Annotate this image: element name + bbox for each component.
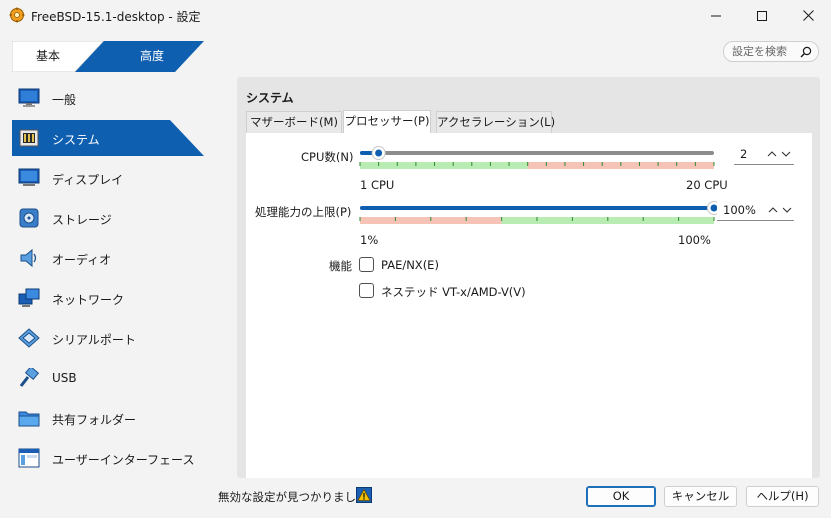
pae-nx-label[interactable]: PAE/NX(E) (381, 258, 439, 272)
help-button[interactable]: ヘルプ(H) (746, 486, 819, 507)
virtualbox-gear-icon (9, 7, 25, 23)
sidebar-item-audio[interactable]: オーディオ (12, 240, 206, 276)
sidebar-item-label: ネットワーク (52, 293, 125, 307)
user-interface-icon (18, 448, 40, 468)
exec-cap-spinbox[interactable]: 100% (717, 200, 794, 221)
storage-icon (19, 208, 39, 228)
sidebar-item-label: ストレージ (52, 213, 112, 227)
window-title: FreeBSD-15.1-desktop - 設定 (31, 10, 201, 24)
maximize-icon (757, 10, 767, 21)
sidebar-item-label: USB (52, 371, 77, 385)
nested-vtx-label[interactable]: ネステッド VT-x/AMD-V(V) (381, 284, 526, 300)
mode-advanced-tab[interactable]: 高度 (100, 41, 204, 72)
exec-cap-slider[interactable] (356, 200, 728, 226)
mode-switch: 基本 高度 (12, 41, 204, 72)
tab-acceleration[interactable]: アクセラレーション(L) (436, 111, 555, 133)
processor-tab-panel: CPU数(N) 1 CPU 20 CPU 2 処理能力の上限(P) 1% 100… (246, 133, 812, 478)
system-settings-group: システム マザーボード(M) プロセッサー(P) アクセラレーション(L) CP… (237, 77, 820, 478)
sidebar-item-storage[interactable]: ストレージ (12, 200, 206, 236)
maximize-button[interactable] (739, 0, 785, 31)
slider-thumb-dot (375, 149, 383, 157)
features-label: 機能 (329, 259, 352, 273)
mode-basic-tab[interactable]: 基本 (12, 41, 84, 72)
settings-sidebar: 一般 システム ディスプレイ ストレージ オーディオ ネットワーク シリアルポー… (12, 78, 206, 478)
tab-motherboard[interactable]: マザーボード(M) (246, 111, 342, 133)
invalid-settings-warning: 無効な設定が見つかりました (218, 490, 368, 504)
serial-port-icon (18, 328, 40, 348)
section-title: システム (246, 91, 294, 105)
close-icon (802, 10, 814, 21)
pae-nx-checkbox[interactable] (359, 257, 374, 272)
slider-zone (360, 162, 528, 169)
title-bar: FreeBSD-15.1-desktop - 設定 (0, 0, 831, 31)
cpu-min-label: 1 CPU (360, 178, 395, 192)
cpu-count-slider[interactable] (356, 145, 728, 171)
network-icon (18, 288, 40, 307)
sidebar-item-general[interactable]: 一般 (12, 80, 206, 116)
cpu-count-spinbox[interactable]: 2 (734, 144, 794, 165)
sidebar-item-label: オーディオ (52, 253, 112, 267)
cpu-count-label: CPU数(N) (301, 150, 354, 164)
slider-fill (360, 206, 714, 210)
sidebar-item-label: シリアルポート (52, 333, 136, 347)
audio-icon (20, 248, 37, 268)
sidebar-item-serial-port[interactable]: シリアルポート (12, 320, 206, 356)
exec-cap-min-label: 1% (360, 233, 379, 247)
display-icon (18, 168, 40, 186)
settings-search[interactable] (723, 41, 819, 62)
minimize-button[interactable] (693, 0, 739, 31)
cpu-max-label: 20 CPU (686, 178, 728, 192)
cancel-button[interactable]: キャンセル (664, 486, 737, 507)
sidebar-item-label: ディスプレイ (52, 173, 124, 187)
active-item-highlight (12, 120, 204, 156)
chevron-up-icon[interactable] (766, 148, 778, 160)
sidebar-item-network[interactable]: ネットワーク (12, 280, 206, 316)
sidebar-item-label: ユーザーインターフェース (52, 453, 195, 467)
exec-cap-value: 100% (723, 203, 756, 217)
sidebar-item-label: 一般 (52, 93, 77, 107)
sidebar-item-label: システム (52, 133, 100, 147)
sidebar-item-label: 共有フォルダー (52, 413, 137, 427)
chevron-down-icon[interactable] (780, 148, 792, 160)
exec-cap-label: 処理能力の上限(P) (255, 205, 352, 219)
sidebar-item-shared-folder[interactable]: 共有フォルダー (12, 400, 206, 436)
nested-vtx-checkbox[interactable] (359, 283, 374, 298)
close-button[interactable] (785, 0, 831, 31)
cpu-count-value: 2 (740, 147, 748, 161)
shared-folder-icon (18, 411, 40, 427)
chevron-up-icon[interactable] (767, 204, 779, 216)
sidebar-item-system[interactable]: システム (12, 120, 206, 156)
search-input[interactable] (732, 44, 798, 59)
sidebar-item-user-interface[interactable]: ユーザーインターフェース (12, 440, 206, 476)
minimize-icon (711, 15, 721, 16)
ok-button[interactable]: OK (586, 486, 656, 507)
chevron-down-icon[interactable] (781, 204, 793, 216)
warning-icon[interactable] (356, 487, 372, 503)
sidebar-item-usb[interactable]: USB (12, 360, 206, 396)
exec-cap-max-label: 100% (678, 233, 711, 247)
search-icon (800, 46, 812, 58)
slider-track (360, 151, 714, 155)
general-icon (18, 88, 40, 107)
usb-icon (19, 368, 40, 387)
sidebar-item-display[interactable]: ディスプレイ (12, 160, 206, 196)
tab-processor[interactable]: プロセッサー(P) (343, 110, 431, 133)
system-icon (19, 129, 39, 147)
